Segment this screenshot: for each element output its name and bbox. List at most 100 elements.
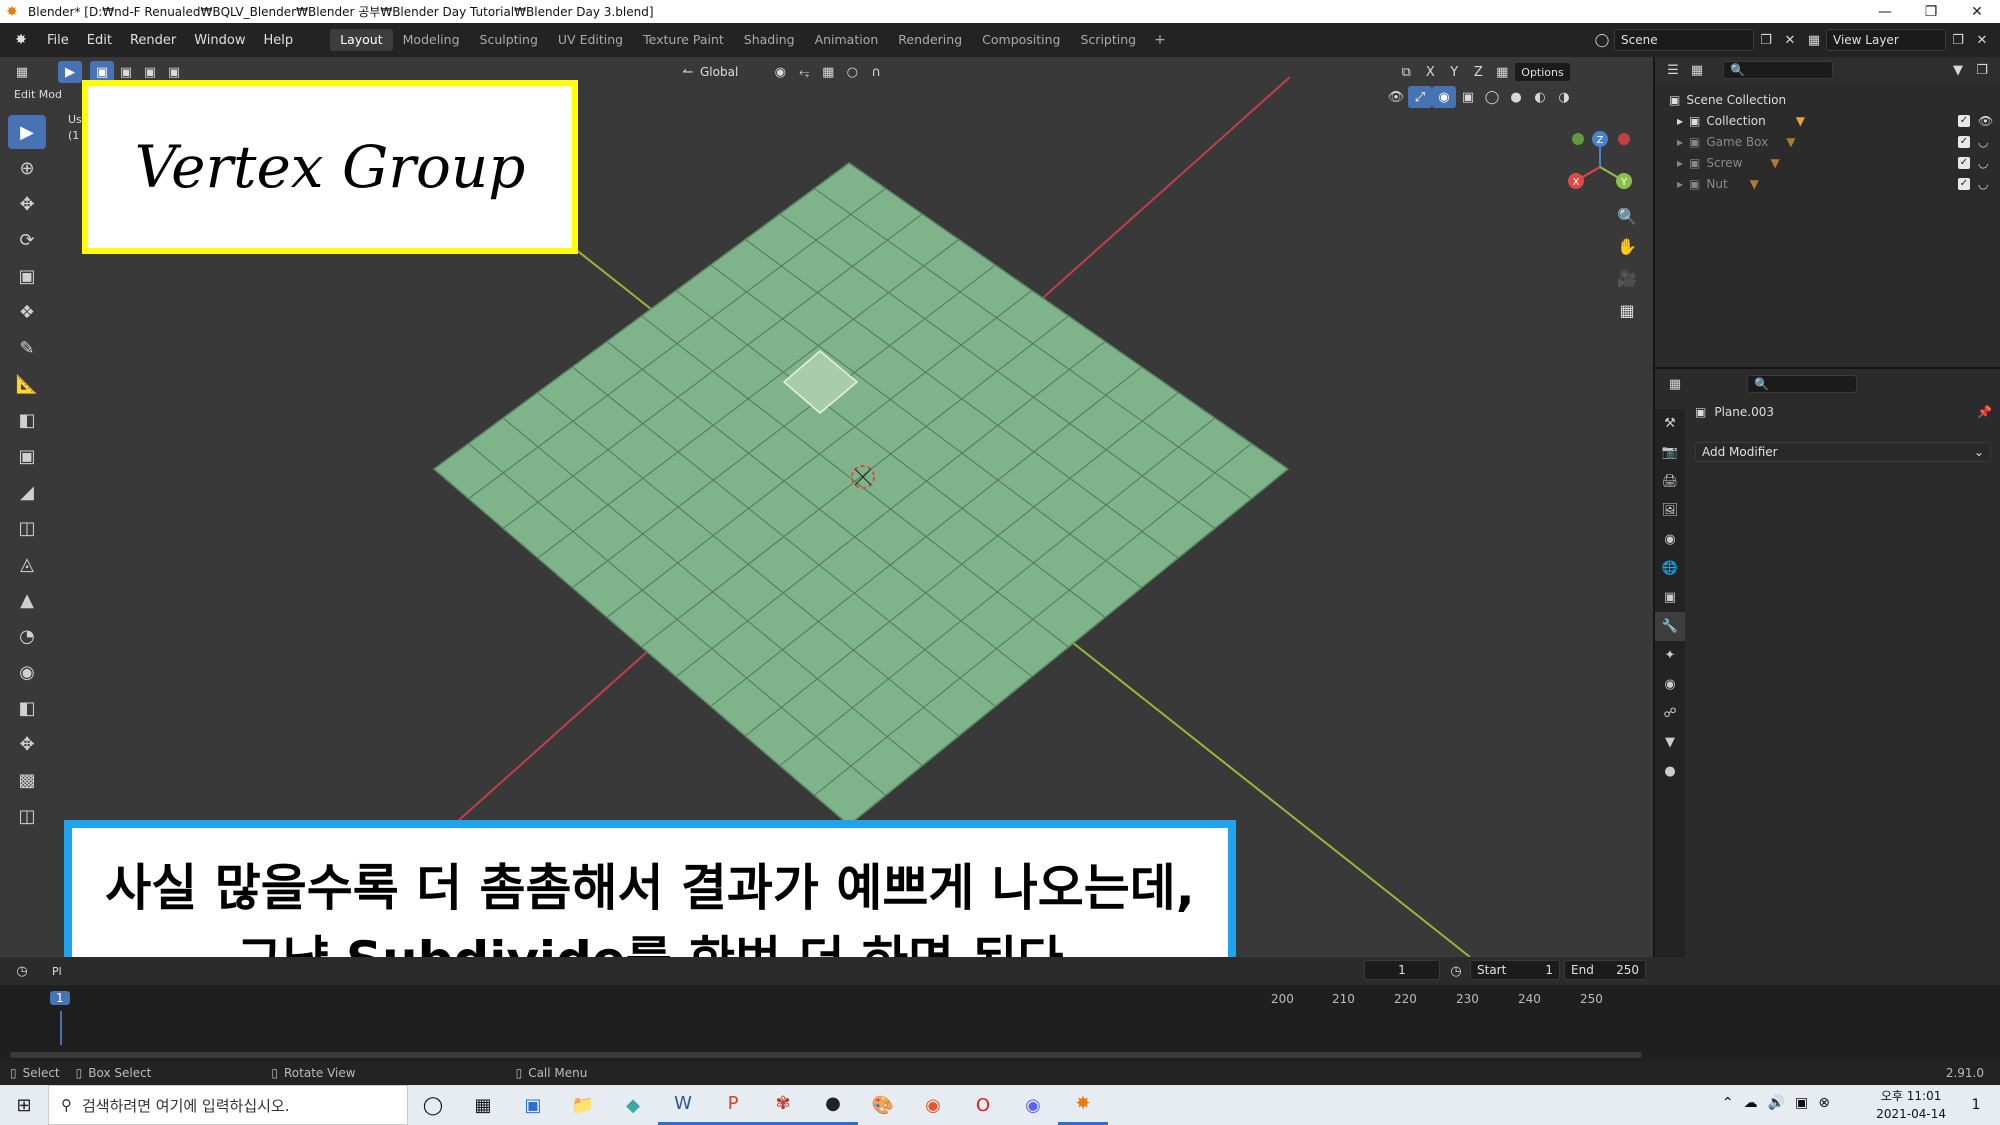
knife-tool-icon[interactable]: ◬ bbox=[8, 547, 46, 581]
particles-tab-icon[interactable]: ✦ bbox=[1655, 641, 1685, 670]
file-explorer-icon[interactable]: 📁 bbox=[558, 1085, 608, 1125]
paint-icon[interactable]: 🎨 bbox=[858, 1085, 908, 1125]
expand-arrow-icon[interactable]: ▸ bbox=[1677, 114, 1683, 128]
view-layer-field[interactable]: View Layer bbox=[1826, 29, 1946, 51]
expand-arrow-icon[interactable]: ▸ bbox=[1677, 177, 1683, 191]
axis-x-toggle[interactable]: X bbox=[1418, 61, 1442, 83]
menu-render[interactable]: Render bbox=[121, 33, 185, 48]
cortana-icon[interactable]: ◯ bbox=[408, 1085, 458, 1125]
outliner-item[interactable]: ▸ ▣ Nut ▼ ✓ ◡ bbox=[1655, 173, 2000, 194]
spin-tool-icon[interactable]: ◔ bbox=[8, 619, 46, 653]
render-tab-icon[interactable]: 📷 bbox=[1655, 438, 1685, 467]
close-circle-icon[interactable]: ⊗ bbox=[1818, 1095, 1830, 1111]
menu-window[interactable]: Window bbox=[185, 33, 254, 48]
tab-shading[interactable]: Shading bbox=[734, 29, 805, 51]
proportional-edit-icon[interactable]: ○ bbox=[840, 61, 864, 83]
visibility-icon[interactable]: 👁 bbox=[1384, 86, 1408, 108]
volume-icon[interactable]: 🔊 bbox=[1768, 1095, 1785, 1111]
restore-button[interactable]: ❐ bbox=[1908, 0, 1954, 23]
transform-orientation-icon[interactable]: ↼ bbox=[676, 61, 700, 83]
firefox-icon[interactable]: ◉ bbox=[908, 1085, 958, 1125]
display-mode-icon[interactable]: ▦ bbox=[1685, 59, 1709, 81]
end-frame-field[interactable]: End 250 bbox=[1564, 960, 1646, 980]
exclude-checkbox[interactable]: ✓ bbox=[1958, 135, 1970, 148]
object-name[interactable]: Plane.003 bbox=[1714, 405, 1774, 419]
exclude-checkbox[interactable]: ✓ bbox=[1958, 156, 1970, 169]
blender-taskbar-icon[interactable]: ✸ bbox=[1058, 1085, 1108, 1125]
tab-texture-paint[interactable]: Texture Paint bbox=[633, 29, 734, 51]
timeline-editor-icon[interactable]: ◷ bbox=[10, 960, 34, 982]
tab-animation[interactable]: Animation bbox=[805, 29, 889, 51]
tool-tab-icon[interactable]: ⚒ bbox=[1655, 409, 1685, 438]
scene-tab-icon[interactable]: ◉ bbox=[1655, 525, 1685, 554]
measure-tool-icon[interactable]: 📐 bbox=[8, 367, 46, 401]
current-frame-field[interactable]: 1 bbox=[1364, 960, 1440, 980]
outliner-editor-icon[interactable]: ☰ bbox=[1661, 59, 1685, 81]
perspective-toggle-icon[interactable]: ▦ bbox=[1612, 295, 1642, 325]
bevel-tool-icon[interactable]: ◢ bbox=[8, 475, 46, 509]
editor-type-icon[interactable]: ▦ bbox=[10, 61, 34, 83]
visibility-eye-icon[interactable]: ◡ bbox=[1978, 156, 1992, 170]
rotate-tool-icon[interactable]: ⟳ bbox=[8, 223, 46, 257]
timeline-editor[interactable]: ◷ Pl 1 ◷ Start 1 End 250 1 200 210 220 2… bbox=[0, 957, 2000, 1061]
word-icon[interactable]: W bbox=[658, 1085, 708, 1125]
camera-view-icon[interactable]: 🎥 bbox=[1612, 263, 1642, 293]
taskbar-clock[interactable]: 오후 11:01 2021-04-14 bbox=[1876, 1087, 1946, 1123]
xray-icon[interactable]: ▣ bbox=[1456, 86, 1480, 108]
pin-icon[interactable]: 📌 bbox=[1977, 405, 1992, 419]
mode-label[interactable]: Edit Mod bbox=[14, 88, 62, 101]
outliner-item[interactable]: ▸ ▣ Collection ▼ ✓ 👁 bbox=[1655, 110, 2000, 131]
app-icon[interactable]: ▣ bbox=[508, 1085, 558, 1125]
auto-merge-icon[interactable]: ▦ bbox=[1490, 61, 1514, 83]
material-tab-icon[interactable]: ● bbox=[1655, 757, 1685, 786]
mirror-icon[interactable]: ⧉ bbox=[1394, 61, 1418, 83]
pivot-point-icon[interactable]: ◉ bbox=[768, 61, 792, 83]
menu-file[interactable]: File bbox=[38, 33, 78, 48]
scale-tool-icon[interactable]: ▣ bbox=[8, 259, 46, 293]
taskbar-search-box[interactable]: ⚲ 검색하려면 여기에 입력하십시오. bbox=[48, 1085, 408, 1125]
scene-collection-row[interactable]: ▣ Scene Collection bbox=[1655, 89, 2000, 110]
constraints-tab-icon[interactable]: ☍ bbox=[1655, 699, 1685, 728]
inset-tool-icon[interactable]: ▣ bbox=[8, 439, 46, 473]
zoom-icon[interactable]: 🔍 bbox=[1612, 201, 1642, 231]
shear-tool-icon[interactable]: ▩ bbox=[8, 763, 46, 797]
solid-shading-icon[interactable]: ● bbox=[1504, 86, 1528, 108]
tab-modeling[interactable]: Modeling bbox=[393, 29, 470, 51]
close-button[interactable]: ✕ bbox=[1954, 0, 2000, 23]
exclude-checkbox[interactable]: ✓ bbox=[1958, 177, 1970, 190]
edge-slide-tool-icon[interactable]: ◧ bbox=[8, 691, 46, 725]
select-mode-icon[interactable]: ▶ bbox=[58, 61, 82, 83]
delete-view-layer-icon[interactable]: ✕ bbox=[1970, 29, 1994, 51]
view-layer-icon[interactable]: ▦ bbox=[1802, 29, 1826, 51]
outliner-search[interactable]: 🔍 bbox=[1723, 61, 1833, 79]
properties-editor-icon[interactable]: ▦ bbox=[1663, 373, 1687, 395]
tab-layout[interactable]: Layout bbox=[330, 29, 393, 51]
new-scene-icon[interactable]: ❐ bbox=[1754, 29, 1778, 51]
shrink-fatten-tool-icon[interactable]: ✥ bbox=[8, 727, 46, 761]
transform-orientation[interactable]: Global bbox=[700, 65, 738, 79]
visibility-eye-icon[interactable]: ◡ bbox=[1978, 135, 1992, 149]
notification-icon[interactable]: 1 bbox=[1964, 1093, 1988, 1117]
world-tab-icon[interactable]: 🌐 bbox=[1655, 554, 1685, 583]
view-layer-tab-icon[interactable]: 🖼 bbox=[1655, 496, 1685, 525]
properties-search[interactable]: 🔍 bbox=[1747, 375, 1857, 393]
modifier-wrench-icon[interactable]: 🔧 bbox=[1655, 612, 1685, 641]
outliner-item[interactable]: ▸ ▣ Screw ▼ ✓ ◡ bbox=[1655, 152, 2000, 173]
tab-scripting[interactable]: Scripting bbox=[1071, 29, 1147, 51]
object-tab-icon[interactable]: ▣ bbox=[1655, 583, 1685, 612]
powerpoint-icon[interactable]: P bbox=[708, 1085, 758, 1125]
axis-y-toggle[interactable]: Y bbox=[1442, 61, 1466, 83]
tab-uv-editing[interactable]: UV Editing bbox=[548, 29, 633, 51]
tab-rendering[interactable]: Rendering bbox=[888, 29, 972, 51]
pan-hand-icon[interactable]: ✋ bbox=[1612, 231, 1642, 261]
new-collection-icon[interactable]: ❐ bbox=[1970, 59, 1994, 81]
snap-icon[interactable]: ⥆ bbox=[792, 61, 816, 83]
delete-scene-icon[interactable]: ✕ bbox=[1778, 29, 1802, 51]
chevron-up-icon[interactable]: ⌃ bbox=[1722, 1095, 1734, 1111]
options-dropdown[interactable]: Options bbox=[1514, 62, 1571, 82]
tab-compositing[interactable]: Compositing bbox=[972, 29, 1070, 51]
filter-icon[interactable]: ▼ bbox=[1946, 59, 1970, 81]
network-icon[interactable]: ▣ bbox=[1795, 1095, 1808, 1111]
expand-arrow-icon[interactable]: ▸ bbox=[1677, 156, 1683, 170]
menu-edit[interactable]: Edit bbox=[78, 33, 121, 48]
